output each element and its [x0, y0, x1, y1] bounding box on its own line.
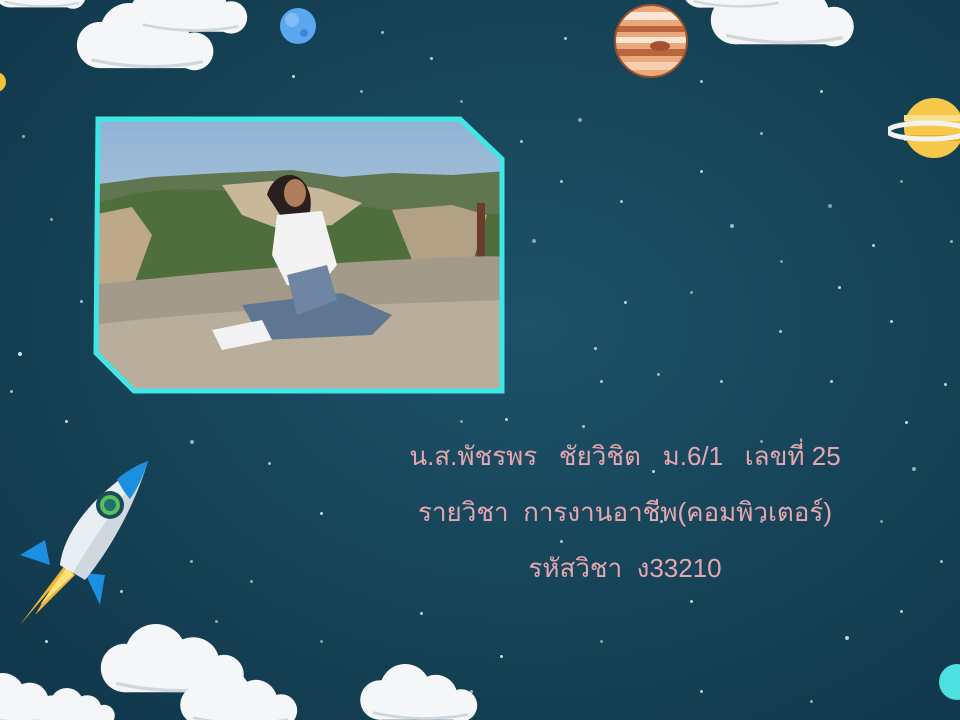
student-info: น.ส.พัชรพร ชัยวิชิต ม.6/1 เลขที่ 25 รายว…: [300, 440, 950, 608]
rocket-icon: [20, 461, 148, 625]
cloud-icon: [0, 0, 87, 10]
portrait-photo: [92, 115, 507, 395]
cloud-icon: [358, 662, 479, 720]
planet-saturn-icon: [888, 98, 960, 158]
planet-cyan-icon: [939, 664, 960, 700]
subject-code-line: รหัสวิชา ง33210: [528, 553, 722, 583]
cloud-icon: [35, 687, 116, 720]
student-name-line: น.ส.พัชรพร ชัยวิชิต ม.6/1 เลขที่ 25: [409, 441, 841, 471]
planet-blue-icon: [280, 8, 316, 44]
planet-jupiter-icon: [614, 4, 688, 78]
subject-line: รายวิชา การงานอาชีพ(คอมพิวเตอร์): [417, 497, 833, 527]
cloud-icon: [128, 0, 249, 35]
planet-yellow-icon: [0, 72, 6, 92]
